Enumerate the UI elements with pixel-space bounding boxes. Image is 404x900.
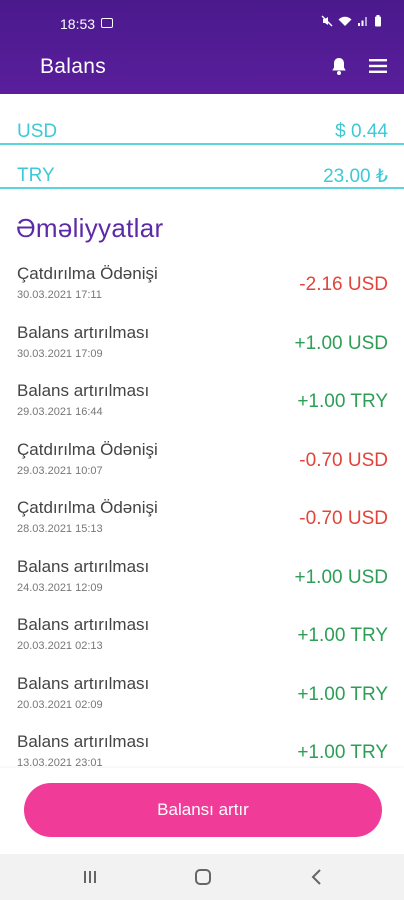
list-item[interactable]: Balans artırılması 20.03.2021 02:13 +1.0… (0, 609, 404, 667)
transaction-name: Çatdırılma Ödənişi (17, 498, 158, 517)
transaction-date: 28.03.2021 15:13 (17, 523, 103, 535)
app-bar: 18:53 Balans (0, 0, 404, 94)
transaction-date: 20.03.2021 02:13 (17, 640, 103, 652)
transaction-amount: +1.00 TRY (297, 683, 388, 705)
list-item[interactable]: Balans artırılması 13.03.2021 23:01 +1.0… (0, 726, 404, 768)
transaction-name: Çatdırılma Ödənişi (17, 439, 158, 459)
list-item[interactable]: Çatdırılma Ödənişi 29.03.2021 10:07 -0.7… (0, 434, 404, 492)
status-time: 18:53 (60, 16, 96, 32)
transaction-name: Balans artırılması (17, 322, 150, 342)
divider (0, 187, 404, 189)
top-up-balance-button[interactable]: Balansı artır (24, 783, 382, 837)
transaction-date: 20.03.2021 02:09 (17, 698, 103, 711)
status-icons (321, 15, 382, 27)
transaction-amount: +1.00 USD (294, 566, 388, 588)
transaction-date: 29.03.2021 10:07 (17, 464, 103, 477)
status-bar: 18:53 (0, 0, 404, 48)
balance-amount: 23.00 ₺ (323, 166, 388, 187)
transaction-date: 30.03.2021 17:11 (17, 289, 102, 301)
transaction-amount: -0.70 USD (299, 508, 388, 529)
back-icon[interactable] (310, 868, 324, 886)
transaction-name: Balans artırılması (17, 673, 150, 693)
transaction-amount: +1.00 TRY (297, 391, 388, 412)
list-item[interactable]: Balans artırılması 24.03.2021 12:09 +1.0… (0, 551, 404, 609)
transaction-amount: +1.00 TRY (297, 742, 388, 763)
transaction-date: 29.03.2021 16:44 (17, 406, 103, 418)
transaction-date: 30.03.2021 17:09 (17, 347, 103, 360)
signal-icon (358, 17, 367, 26)
home-icon[interactable] (195, 869, 211, 885)
mute-icon (321, 15, 333, 27)
transaction-amount: +1.00 TRY (297, 625, 388, 646)
balance-amount: $ 0.44 (335, 121, 388, 142)
list-item[interactable]: Çatdırılma Ödənişi 28.03.2021 15:13 -0.7… (0, 492, 404, 550)
transaction-amount: -0.70 USD (299, 449, 388, 471)
transaction-date: 24.03.2021 12:09 (17, 581, 103, 594)
transaction-name: Balans artırılması (17, 556, 150, 576)
divider (0, 143, 404, 145)
transaction-name: Balans artırılması (17, 381, 150, 400)
wifi-icon (338, 16, 352, 26)
list-item[interactable]: Çatdırılma Ödənişi 30.03.2021 17:11 -2.1… (0, 258, 404, 316)
battery-icon (375, 15, 381, 27)
system-nav-bar (0, 854, 404, 900)
balance-row-usd: USD $ 0.44 (0, 119, 404, 151)
balance-row-try: TRY 23.00 ₺ (0, 163, 404, 195)
balance-currency: USD (17, 121, 58, 142)
transaction-name: Çatdırılma Ödənişi (17, 264, 158, 283)
list-item[interactable]: Balans artırılması 29.03.2021 16:44 +1.0… (0, 375, 404, 433)
list-item[interactable]: Balans artırılması 20.03.2021 02:09 +1.0… (0, 668, 404, 726)
transaction-date: 13.03.2021 23:01 (17, 757, 103, 768)
gallery-notification-icon (101, 18, 113, 28)
transaction-name: Balans artırılması (17, 615, 150, 634)
transaction-amount: -2.16 USD (299, 274, 388, 295)
menu-icon[interactable] (368, 58, 388, 74)
list-item[interactable]: Balans artırılması 30.03.2021 17:09 +1.0… (0, 317, 404, 375)
bottom-action-area: Balansı artır (0, 768, 404, 854)
transaction-amount: +1.00 USD (294, 332, 388, 354)
transactions-title: Əməliyyatlar (16, 213, 164, 243)
balance-currency: TRY (17, 165, 55, 186)
transactions-list[interactable]: Çatdırılma Ödənişi 30.03.2021 17:11 -2.1… (0, 258, 404, 768)
page-title: Balans (40, 55, 107, 78)
bell-icon[interactable] (329, 56, 349, 76)
transaction-name: Balans artırılması (17, 732, 150, 751)
recents-icon[interactable] (82, 870, 98, 884)
